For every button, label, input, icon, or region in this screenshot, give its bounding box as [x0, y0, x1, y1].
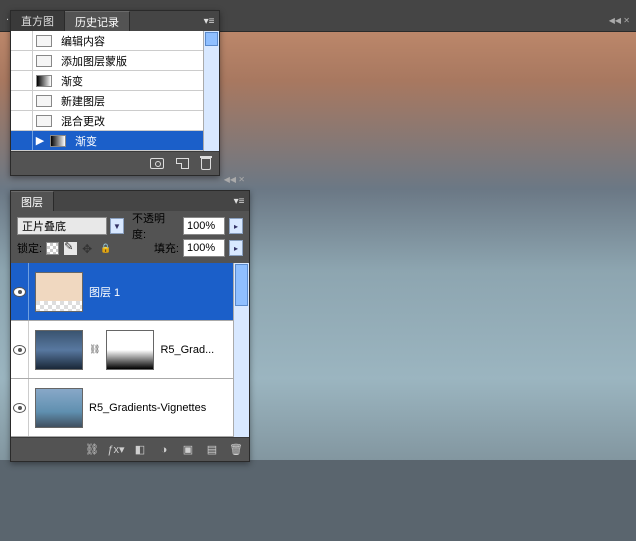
fill-label: 填充: [154, 240, 179, 256]
history-list: 编辑内容 添加图层蒙版 渐变 新建图层 [11, 31, 219, 151]
collapse-icon[interactable]: ◀◀ ✕ [224, 175, 245, 184]
layers-footer: ⛓ ƒx▾ ◧ ◑ ▣ ▤ 🗑 [11, 437, 249, 461]
eye-icon [13, 287, 26, 297]
lock-position-icon[interactable] [82, 242, 95, 255]
opacity-flyout-icon[interactable]: ▸ [229, 218, 243, 234]
layer-fx-icon[interactable]: ƒx▾ [109, 443, 123, 457]
layer-controls: 正片叠底 ▼ 不透明度: 100% ▸ 锁定: 填充: 100% ▸ [11, 211, 249, 263]
layer-thumbnail[interactable] [35, 272, 83, 312]
fill-flyout-icon[interactable]: ▸ [229, 240, 243, 256]
mask-icon [36, 55, 52, 67]
tab-layers[interactable]: 图层 [11, 191, 54, 211]
link-layers-icon[interactable]: ⛓ [85, 443, 99, 457]
history-panel: 直方图 历史记录 ▾≡ 编辑内容 添加图层蒙版 渐变 [10, 10, 220, 176]
panel-menu-icon[interactable]: ▾≡ [229, 191, 249, 211]
chevron-down-icon[interactable]: ▼ [110, 218, 124, 234]
new-layer-icon [36, 95, 52, 107]
layer-row[interactable]: 图层 1 [11, 263, 233, 321]
history-item[interactable]: 添加图层蒙版 [11, 51, 203, 71]
layer-row[interactable]: R5_Gradients-Vignettes [11, 379, 233, 437]
tab-handle[interactable]: ◀◀ ✕ [609, 16, 630, 25]
trash-icon[interactable] [201, 158, 211, 170]
edit-icon [36, 35, 52, 47]
layer-thumbnail[interactable] [35, 330, 83, 370]
layers-scrollbar[interactable] [233, 263, 249, 437]
opacity-label: 不透明度: [132, 210, 179, 242]
new-layer-icon[interactable]: ▤ [205, 443, 219, 457]
visibility-toggle[interactable] [11, 263, 29, 320]
history-item[interactable]: 编辑内容 [11, 31, 203, 51]
lock-transparency-icon[interactable] [46, 242, 59, 255]
lock-icons [46, 242, 113, 255]
new-state-icon[interactable] [176, 158, 189, 169]
snapshot-icon[interactable] [150, 158, 164, 169]
tab-history[interactable]: 历史记录 [65, 11, 130, 31]
adjustment-layer-icon[interactable]: ◑ [157, 443, 171, 457]
trash-icon[interactable]: 🗑 [229, 443, 243, 457]
gradient-icon [50, 135, 66, 147]
lock-label: 锁定: [17, 240, 42, 256]
blend-mode-select[interactable]: 正片叠底 [17, 217, 107, 235]
history-item[interactable]: 混合更改 [11, 111, 203, 131]
eye-icon [13, 403, 26, 413]
lock-all-icon[interactable] [100, 242, 113, 255]
group-icon[interactable]: ▣ [181, 443, 195, 457]
blend-icon [36, 115, 52, 127]
layer-mask-icon[interactable]: ◧ [133, 443, 147, 457]
layer-row[interactable]: ⛓ R5_Grad... [11, 321, 233, 379]
panel-menu-icon[interactable]: ▾≡ [199, 11, 219, 31]
tab-histogram[interactable]: 直方图 [11, 11, 65, 31]
visibility-toggle[interactable] [11, 321, 29, 378]
layers-panel: ◀◀ ✕ 图层 ▾≡ 正片叠底 ▼ 不透明度: 100% ▸ 锁定: 填充: 1… [10, 190, 250, 462]
visibility-toggle[interactable] [11, 379, 29, 436]
history-item[interactable]: 新建图层 [11, 91, 203, 111]
opacity-input[interactable]: 100% [183, 217, 225, 235]
layers-panel-tabs: ◀◀ ✕ 图层 ▾≡ [11, 191, 249, 211]
layer-thumbnail[interactable] [35, 388, 83, 428]
link-icon: ⛓ [89, 344, 100, 355]
history-item[interactable]: ▶ 渐变 [11, 131, 203, 151]
history-footer [11, 151, 219, 175]
eye-icon [13, 345, 26, 355]
mask-thumbnail[interactable] [106, 330, 154, 370]
layer-list: 图层 1 ⛓ R5_Grad... R5_Gradients-Vignettes [11, 263, 249, 437]
history-scrollbar[interactable] [203, 31, 219, 151]
history-item[interactable]: 渐变 [11, 71, 203, 91]
lock-pixels-icon[interactable] [64, 242, 77, 255]
gradient-icon [36, 75, 52, 87]
history-current-icon: ▶ [33, 131, 47, 150]
fill-input[interactable]: 100% [183, 239, 225, 257]
history-panel-tabs: 直方图 历史记录 ▾≡ [11, 11, 219, 31]
